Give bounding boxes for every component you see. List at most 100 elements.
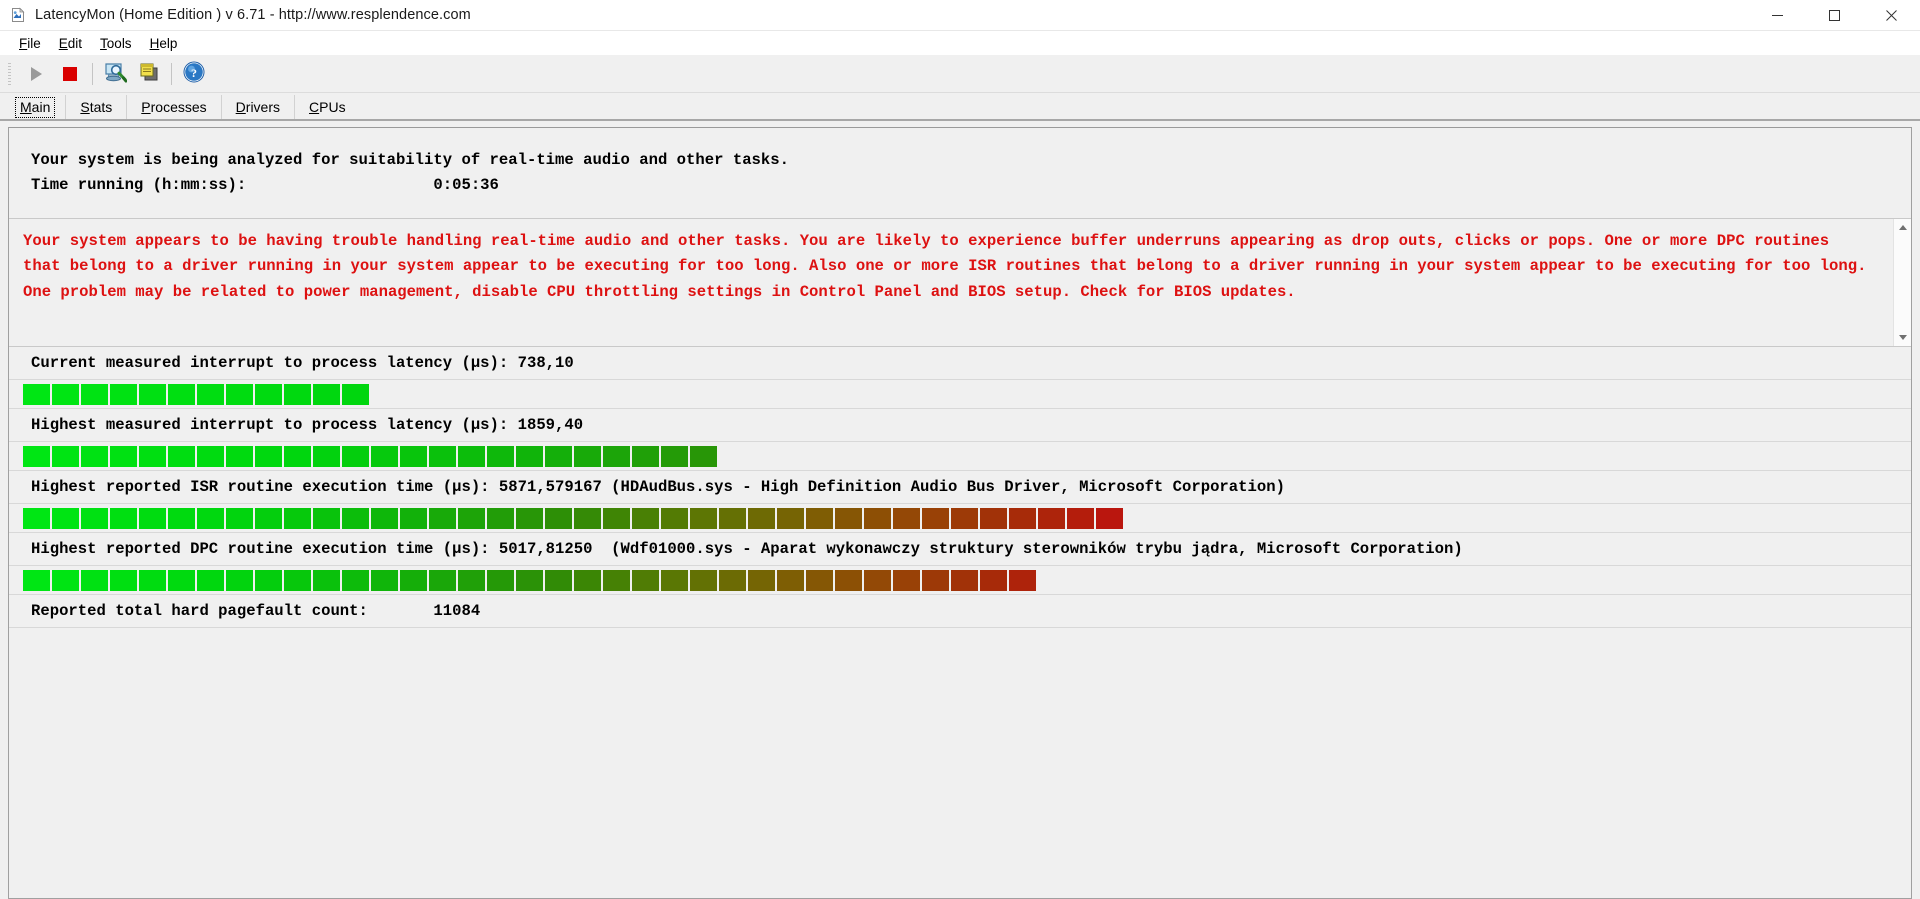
bar-segment <box>168 570 195 591</box>
help-question-icon: ? <box>182 60 206 89</box>
metric-bar-segments <box>23 508 1911 529</box>
bar-segment <box>603 508 630 529</box>
bar-segment <box>342 446 369 467</box>
bar-segment <box>748 508 775 529</box>
bar-segment <box>226 384 253 405</box>
title-bar: LatencyMon (Home Edition ) v 6.71 - http… <box>0 0 1920 31</box>
svg-text:?: ? <box>191 66 197 80</box>
menu-edit[interactable]: Edit <box>50 34 91 53</box>
bar-segment <box>1067 508 1094 529</box>
bar-segment <box>458 570 485 591</box>
bar-segment <box>661 570 688 591</box>
bar-segment <box>197 446 224 467</box>
windows-list-button[interactable] <box>132 59 166 89</box>
cascade-windows-icon <box>137 60 161 89</box>
menu-tools-accel: T <box>100 35 107 51</box>
bar-segment <box>371 508 398 529</box>
bar-segment <box>23 384 50 405</box>
menu-tools[interactable]: Tools <box>91 34 141 53</box>
menu-help-accel: H <box>149 35 160 51</box>
tab-processes[interactable]: Processes <box>126 95 221 120</box>
bar-segment <box>777 508 804 529</box>
menu-help[interactable]: Help <box>141 34 187 53</box>
bar-segment <box>893 570 920 591</box>
bar-segment <box>52 570 79 591</box>
bar-segment <box>719 570 746 591</box>
analysis-headline: Your system is being analyzed for suitab… <box>31 151 789 169</box>
bar-segment <box>110 446 137 467</box>
tab-cpus-accel: C <box>309 99 320 115</box>
tab-main-accel: M <box>20 99 32 115</box>
metric-bar <box>9 504 1911 533</box>
bar-segment <box>574 446 601 467</box>
bar-segment <box>255 446 282 467</box>
stop-icon <box>63 67 77 81</box>
bar-segment <box>284 570 311 591</box>
tab-drivers[interactable]: Drivers <box>220 95 295 120</box>
bar-segment <box>400 446 427 467</box>
warning-scrollbar[interactable] <box>1893 219 1911 346</box>
bar-segment <box>719 508 746 529</box>
bar-segment <box>81 446 108 467</box>
menu-file-label: ile <box>27 35 41 51</box>
bar-segment <box>835 508 862 529</box>
maximize-button[interactable] <box>1806 0 1863 30</box>
bar-segment <box>400 508 427 529</box>
bar-segment <box>313 446 340 467</box>
scroll-down-arrow-icon[interactable] <box>1894 329 1911 346</box>
bar-segment <box>429 570 456 591</box>
bar-segment <box>632 446 659 467</box>
bar-segment <box>168 384 195 405</box>
bar-segment <box>197 384 224 405</box>
close-button[interactable] <box>1863 0 1920 30</box>
tab-stats-label: tats <box>89 99 113 115</box>
bar-segment <box>81 508 108 529</box>
play-icon <box>30 67 42 81</box>
help-button[interactable]: ? <box>177 59 211 89</box>
bar-segment <box>516 446 543 467</box>
tab-drivers-accel: D <box>235 99 246 115</box>
start-monitoring-button[interactable] <box>19 59 53 89</box>
scroll-up-arrow-icon[interactable] <box>1894 219 1911 236</box>
bar-segment <box>226 508 253 529</box>
metric-bar <box>9 380 1911 409</box>
stop-monitoring-button[interactable] <box>53 59 87 89</box>
bar-segment <box>255 508 282 529</box>
tab-cpus[interactable]: CPUs <box>294 95 360 120</box>
main-panel: Your system is being analyzed for suitab… <box>8 127 1912 899</box>
bar-segment <box>197 570 224 591</box>
bar-segment <box>545 508 572 529</box>
bar-segment <box>835 570 862 591</box>
minimize-button[interactable] <box>1749 0 1806 30</box>
menu-file[interactable]: File <box>10 34 50 53</box>
bar-segment <box>284 446 311 467</box>
bar-segment <box>23 570 50 591</box>
metric-label-line: Highest reported DPC routine execution t… <box>9 533 1911 566</box>
bar-segment <box>81 570 108 591</box>
bar-segment <box>313 570 340 591</box>
bar-segment <box>574 570 601 591</box>
bar-segment <box>81 384 108 405</box>
bar-segment <box>226 446 253 467</box>
bar-segment <box>545 570 572 591</box>
toolbar-grip[interactable] <box>8 63 11 85</box>
bar-segment <box>1009 570 1036 591</box>
window-title: LatencyMon (Home Edition ) v 6.71 - http… <box>35 7 471 23</box>
bar-segment <box>110 570 137 591</box>
bar-segment <box>864 508 891 529</box>
system-info-button[interactable] <box>98 59 132 89</box>
bar-segment <box>429 508 456 529</box>
tab-stats[interactable]: Stats <box>65 95 127 120</box>
bar-segment <box>690 508 717 529</box>
bar-segment <box>342 508 369 529</box>
bar-segment <box>1009 508 1036 529</box>
metric-row: Current measured interrupt to process la… <box>9 347 1911 409</box>
metric-text: Highest reported ISR routine execution t… <box>31 478 1285 496</box>
bar-segment <box>168 508 195 529</box>
tab-main[interactable]: Main <box>5 95 66 120</box>
bar-segment <box>458 508 485 529</box>
bar-segment <box>661 446 688 467</box>
bar-segment <box>951 570 978 591</box>
metric-row: Highest measured interrupt to process la… <box>9 409 1911 471</box>
bar-segment <box>487 446 514 467</box>
